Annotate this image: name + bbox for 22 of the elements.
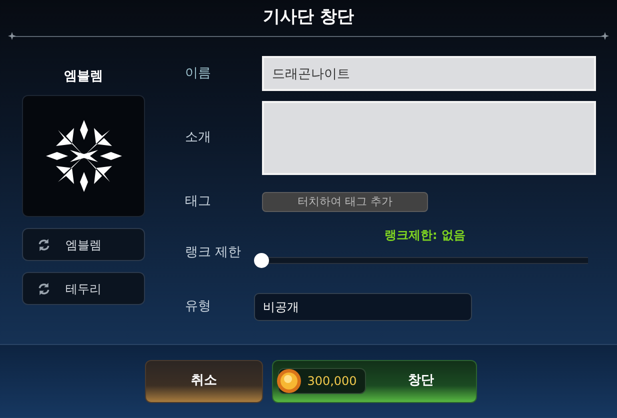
emblem-option-button[interactable]: 테두리 bbox=[22, 272, 145, 305]
window-title: 기사단 창단 bbox=[263, 6, 354, 30]
intro-field[interactable] bbox=[262, 101, 596, 175]
emblem-label: 엠블렘 bbox=[63, 68, 104, 86]
create-label: 창단 bbox=[407, 372, 435, 390]
tag-label: 태그 bbox=[185, 193, 212, 212]
rank-limit-reading: 랭크제한: 없음 bbox=[384, 227, 466, 244]
refresh-icon bbox=[37, 282, 51, 296]
rank-limit-label: 랭크 제한 bbox=[185, 244, 242, 262]
name-label: 이름 bbox=[185, 64, 212, 83]
coin-icon bbox=[276, 368, 302, 394]
type-field[interactable]: 비공개 bbox=[254, 293, 472, 321]
name-field[interactable]: 드래곤나이트 bbox=[262, 56, 596, 91]
refresh-icon bbox=[37, 238, 51, 252]
create-button[interactable]: 300,000 창단 bbox=[272, 360, 477, 402]
diamond-icon bbox=[601, 32, 609, 40]
type-label: 유형 bbox=[185, 298, 212, 316]
intro-label: 소개 bbox=[185, 129, 212, 148]
diamond-icon bbox=[8, 32, 16, 40]
emblem-option-button[interactable]: 엠블렘 bbox=[22, 228, 145, 261]
add-tag-button[interactable]: 터치하여 태그 추가 bbox=[262, 192, 428, 212]
cancel-button[interactable]: 취소 bbox=[145, 360, 263, 402]
